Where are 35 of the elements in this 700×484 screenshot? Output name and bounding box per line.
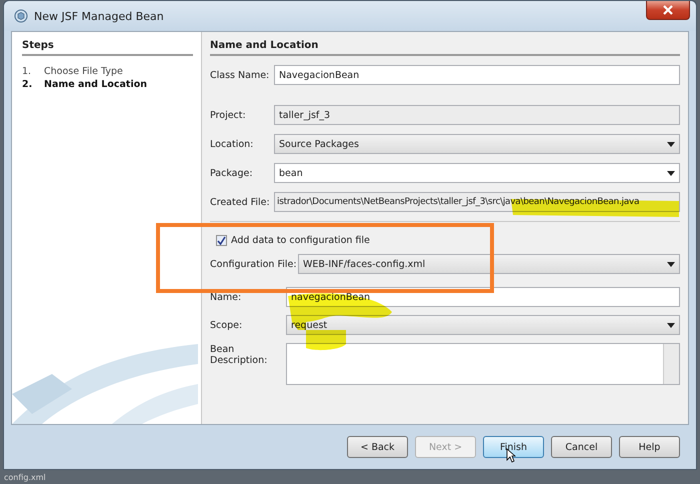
field-label: Class Name: <box>210 70 270 80</box>
class-name-field[interactable]: NavegacionBean <box>274 65 680 85</box>
close-button[interactable] <box>646 1 690 20</box>
checkbox[interactable] <box>216 235 227 246</box>
field-label: Package: <box>210 168 254 178</box>
location-dropdown[interactable]: Source Packages <box>274 134 680 154</box>
caret-icon <box>667 142 675 146</box>
dialog-button[interactable]: Finish <box>483 436 544 458</box>
scroll-bar[interactable] <box>663 344 679 384</box>
field-label: Location: <box>210 138 254 150</box>
dialog-button[interactable]: Cancel <box>551 436 612 458</box>
caret-icon <box>667 262 675 266</box>
caret-icon <box>667 170 675 176</box>
dialog-button[interactable]: < Back <box>347 436 408 458</box>
close-icon <box>662 5 674 15</box>
step-item: 1. Choose File Type <box>22 66 124 77</box>
field-label: Created File: <box>210 196 271 208</box>
caret-icon <box>667 322 675 328</box>
window-title: New JSF Managed Bean <box>34 10 164 22</box>
package-dropdown[interactable]: bean <box>274 163 680 183</box>
dialog-button[interactable]: Help <box>619 436 680 458</box>
background-text: config.xml <box>4 472 46 482</box>
step-item: 2. Name and Location <box>22 79 148 90</box>
field-label: Bean Description: <box>210 344 268 366</box>
checkbox-label: Add data to configuration file <box>231 235 370 246</box>
field-label: Scope: <box>210 320 244 330</box>
project-field: taller_jsf_3 <box>274 105 680 125</box>
description-field[interactable] <box>286 343 680 385</box>
field-label: Configuration File: <box>210 258 298 270</box>
steps-heading: Steps <box>22 40 193 56</box>
field-label: Project: <box>210 110 247 120</box>
section-heading: Name and Location <box>210 40 680 56</box>
configuration-file-dropdown[interactable]: WEB-INF/faces-config.xml <box>298 254 680 274</box>
cube-icon <box>14 9 28 23</box>
field-label: Name: <box>210 292 242 302</box>
